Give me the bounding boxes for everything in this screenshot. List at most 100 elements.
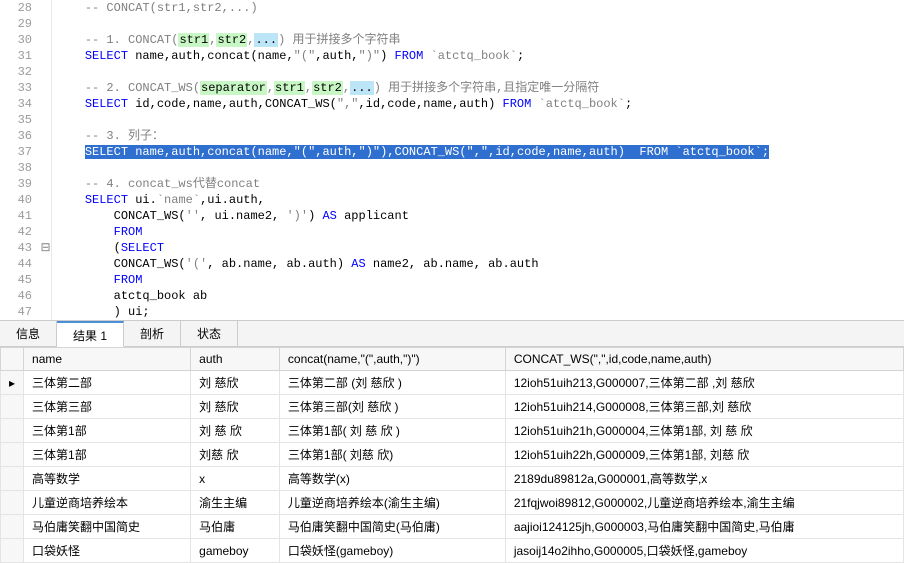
code-content[interactable] <box>52 112 904 128</box>
code-line[interactable]: 35 <box>0 112 904 128</box>
cell[interactable]: 高等数学(x) <box>279 467 505 491</box>
cell[interactable]: 三体第1部( 刘慈 欣) <box>279 443 505 467</box>
code-content[interactable]: -- 4. concat_ws代替concat <box>52 176 904 192</box>
code-line[interactable]: 38 <box>0 160 904 176</box>
fold-marker[interactable] <box>40 256 52 272</box>
fold-marker[interactable] <box>40 32 52 48</box>
tab-状态[interactable]: 状态 <box>181 321 238 346</box>
cell[interactable]: 三体第1部( 刘 慈 欣 ) <box>279 419 505 443</box>
tab-结果 1[interactable]: 结果 1 <box>57 321 124 347</box>
code-content[interactable]: SELECT id,code,name,auth,CONCAT_WS(",",i… <box>52 96 904 112</box>
code-line[interactable]: 41 CONCAT_WS('', ui.name2, ')') AS appli… <box>0 208 904 224</box>
code-line[interactable]: 44 CONCAT_WS('(', ab.name, ab.auth) AS n… <box>0 256 904 272</box>
code-editor[interactable]: 28 -- CONCAT(str1,str2,...)29 30 -- 1. C… <box>0 0 904 321</box>
code-line[interactable]: 47 ) ui; <box>0 304 904 320</box>
code-content[interactable]: CONCAT_WS('', ui.name2, ')') AS applican… <box>52 208 904 224</box>
fold-marker[interactable] <box>40 48 52 64</box>
cell[interactable]: 刘 慈 欣 <box>191 419 280 443</box>
code-content[interactable]: SELECT ui.`name`,ui.auth, <box>52 192 904 208</box>
table-row[interactable]: ▸三体第二部刘 慈欣三体第二部 (刘 慈欣 )12ioh51uih213,G00… <box>1 371 904 395</box>
code-line[interactable]: 43⊟ (SELECT <box>0 240 904 256</box>
code-content[interactable]: SELECT name,auth,concat(name,"(",auth,")… <box>52 144 904 160</box>
code-content[interactable]: (SELECT <box>52 240 904 256</box>
cell[interactable]: 儿童逆商培养绘本 <box>24 491 191 515</box>
code-line[interactable]: 39 -- 4. concat_ws代替concat <box>0 176 904 192</box>
cell[interactable]: 三体第1部 <box>24 419 191 443</box>
cell[interactable]: 刘 慈欣 <box>191 371 280 395</box>
code-line[interactable]: 34 SELECT id,code,name,auth,CONCAT_WS(",… <box>0 96 904 112</box>
cell[interactable]: 12ioh51uih22h,G000009,三体第1部, 刘慈 欣 <box>505 443 903 467</box>
column-header[interactable]: name <box>24 348 191 371</box>
fold-marker[interactable] <box>40 128 52 144</box>
code-content[interactable]: FROM <box>52 224 904 240</box>
code-line[interactable]: 45 FROM <box>0 272 904 288</box>
cell[interactable]: 刘 慈欣 <box>191 395 280 419</box>
result-grid[interactable]: nameauthconcat(name,"(",auth,")")CONCAT_… <box>0 347 904 563</box>
cell[interactable]: 12ioh51uih214,G000008,三体第三部,刘 慈欣 <box>505 395 903 419</box>
code-line[interactable]: 31 SELECT name,auth,concat(name,"(",auth… <box>0 48 904 64</box>
code-line[interactable]: 33 -- 2. CONCAT_WS(separator,str1,str2,.… <box>0 80 904 96</box>
code-content[interactable]: FROM <box>52 272 904 288</box>
code-content[interactable]: -- 2. CONCAT_WS(separator,str1,str2,...)… <box>52 80 904 96</box>
code-content[interactable]: SELECT name,auth,concat(name,"(",auth,")… <box>52 48 904 64</box>
fold-marker[interactable]: ⊟ <box>40 240 52 256</box>
code-content[interactable] <box>52 160 904 176</box>
fold-marker[interactable] <box>40 176 52 192</box>
cell[interactable]: 21fqjwoi89812,G000002,儿童逆商培养绘本,渝生主编 <box>505 491 903 515</box>
code-content[interactable]: -- 3. 列子： <box>52 128 904 144</box>
tab-信息[interactable]: 信息 <box>0 321 57 346</box>
cell[interactable]: 三体第二部 (刘 慈欣 ) <box>279 371 505 395</box>
code-line[interactable]: 40 SELECT ui.`name`,ui.auth, <box>0 192 904 208</box>
cell[interactable]: 三体第三部 <box>24 395 191 419</box>
table-row[interactable]: 三体第三部刘 慈欣三体第三部(刘 慈欣 )12ioh51uih214,G0000… <box>1 395 904 419</box>
cell[interactable]: 渝生主编 <box>191 491 280 515</box>
code-line[interactable]: 30 -- 1. CONCAT(str1,str2,...) 用于拼接多个字符串 <box>0 32 904 48</box>
fold-marker[interactable] <box>40 160 52 176</box>
cell[interactable]: 口袋妖怪(gameboy) <box>279 539 505 563</box>
column-header[interactable]: auth <box>191 348 280 371</box>
fold-marker[interactable] <box>40 0 52 16</box>
code-content[interactable]: CONCAT_WS('(', ab.name, ab.auth) AS name… <box>52 256 904 272</box>
fold-marker[interactable] <box>40 112 52 128</box>
cell[interactable]: 马伯庸笑翻中国简史(马伯庸) <box>279 515 505 539</box>
table-row[interactable]: 三体第1部刘慈 欣三体第1部( 刘慈 欣)12ioh51uih22h,G0000… <box>1 443 904 467</box>
table-row[interactable]: 口袋妖怪gameboy口袋妖怪(gameboy)jasoij14o2ihho,G… <box>1 539 904 563</box>
cell[interactable]: 口袋妖怪 <box>24 539 191 563</box>
fold-marker[interactable] <box>40 272 52 288</box>
fold-marker[interactable] <box>40 288 52 304</box>
table-row[interactable]: 三体第1部 刘 慈 欣三体第1部( 刘 慈 欣 )12ioh51uih21h,G… <box>1 419 904 443</box>
cell[interactable]: 三体第三部(刘 慈欣 ) <box>279 395 505 419</box>
cell[interactable]: jasoij14o2ihho,G000005,口袋妖怪,gameboy <box>505 539 903 563</box>
cell[interactable]: 12ioh51uih213,G000007,三体第二部 ,刘 慈欣 <box>505 371 903 395</box>
cell[interactable]: 三体第1部 <box>24 443 191 467</box>
cell[interactable]: 2189du89812a,G000001,高等数学,x <box>505 467 903 491</box>
code-content[interactable] <box>52 16 904 32</box>
fold-marker[interactable] <box>40 64 52 80</box>
cell[interactable]: 高等数学 <box>24 467 191 491</box>
fold-marker[interactable] <box>40 96 52 112</box>
cell[interactable]: gameboy <box>191 539 280 563</box>
column-header[interactable]: concat(name,"(",auth,")") <box>279 348 505 371</box>
fold-marker[interactable] <box>40 224 52 240</box>
code-line[interactable]: 36 -- 3. 列子： <box>0 128 904 144</box>
column-header[interactable]: CONCAT_WS(",",id,code,name,auth) <box>505 348 903 371</box>
cell[interactable]: 马伯庸 <box>191 515 280 539</box>
code-content[interactable]: -- 1. CONCAT(str1,str2,...) 用于拼接多个字符串 <box>52 32 904 48</box>
fold-marker[interactable] <box>40 304 52 320</box>
table-row[interactable]: 高等数学x高等数学(x)2189du89812a,G000001,高等数学,x <box>1 467 904 491</box>
code-content[interactable] <box>52 64 904 80</box>
cell[interactable]: aajioi124125jh,G000003,马伯庸笑翻中国简史,马伯庸 <box>505 515 903 539</box>
code-line[interactable]: 29 <box>0 16 904 32</box>
code-line[interactable]: 37 SELECT name,auth,concat(name,"(",auth… <box>0 144 904 160</box>
code-line[interactable]: 46 atctq_book ab <box>0 288 904 304</box>
cell[interactable]: 刘慈 欣 <box>191 443 280 467</box>
code-line[interactable]: 28 -- CONCAT(str1,str2,...) <box>0 0 904 16</box>
code-line[interactable]: 42 FROM <box>0 224 904 240</box>
code-line[interactable]: 32 <box>0 64 904 80</box>
fold-marker[interactable] <box>40 144 52 160</box>
code-content[interactable]: atctq_book ab <box>52 288 904 304</box>
cell[interactable]: 12ioh51uih21h,G000004,三体第1部, 刘 慈 欣 <box>505 419 903 443</box>
fold-marker[interactable] <box>40 208 52 224</box>
code-content[interactable]: -- CONCAT(str1,str2,...) <box>52 0 904 16</box>
code-content[interactable]: ) ui; <box>52 304 904 320</box>
